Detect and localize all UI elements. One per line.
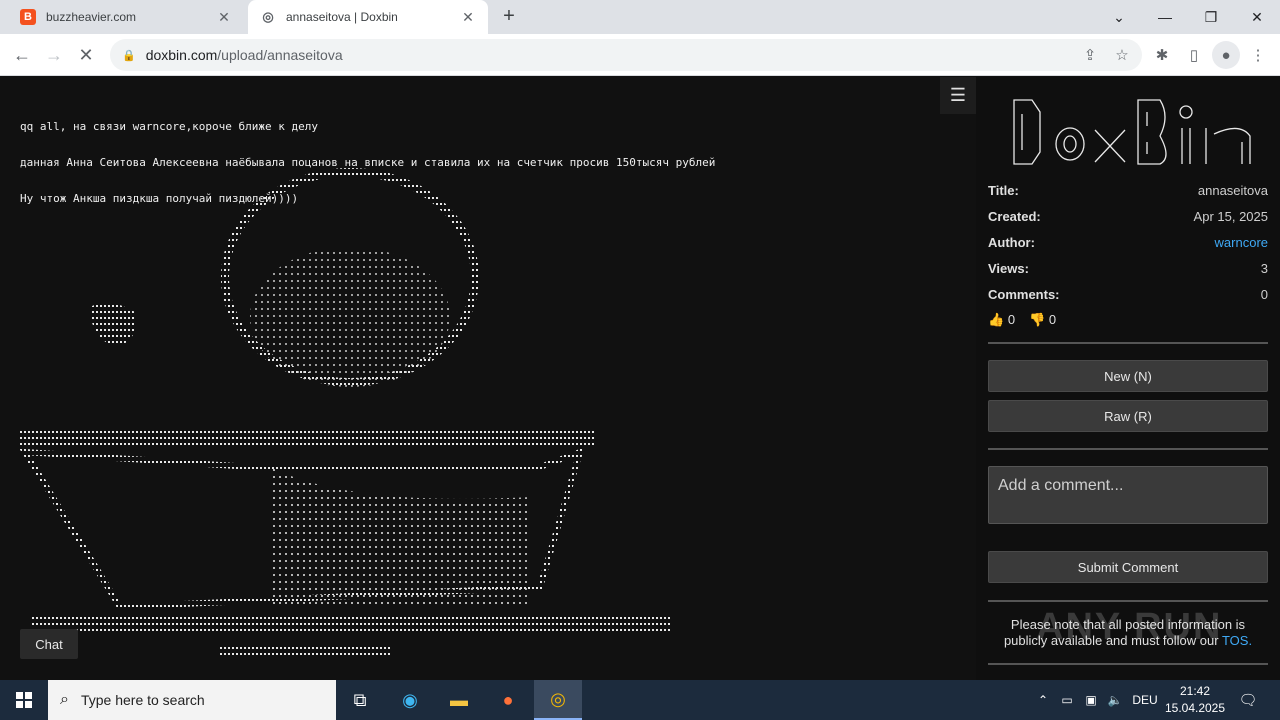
profile-avatar-icon[interactable]: ● xyxy=(1212,41,1240,69)
search-icon: ⌕ xyxy=(60,691,69,708)
submit-comment-button[interactable]: Submit Comment xyxy=(988,551,1268,583)
notifications-icon[interactable]: 🗨 xyxy=(1236,680,1260,720)
tab-search-icon[interactable]: ⌄ xyxy=(1096,0,1142,34)
bookmark-star-icon[interactable]: ☆ xyxy=(1108,39,1136,71)
chat-button[interactable]: Chat xyxy=(20,629,78,659)
address-bar[interactable]: 🔒 doxbin.com/upload/annaseitova ⇪ ☆ xyxy=(110,39,1142,71)
blogger-favicon-icon: B xyxy=(20,9,36,25)
task-view-icon[interactable]: ⧉ xyxy=(336,680,384,720)
close-icon[interactable]: ✕ xyxy=(460,9,476,26)
tab-buzzheavier[interactable]: B buzzheavier.com ✕ xyxy=(8,0,244,34)
dislike-button[interactable]: 👎 0 xyxy=(1029,312,1056,328)
vote-controls: 👍 0 👎 0 xyxy=(988,312,1056,328)
url-path: /upload/annaseitova xyxy=(217,47,343,63)
browser-toolbar: ← → ✕ 🔒 doxbin.com/upload/annaseitova ⇪ … xyxy=(0,34,1280,76)
url-host: doxbin.com xyxy=(145,47,218,63)
extensions-icon[interactable]: ✱ xyxy=(1148,41,1176,69)
tab-title: annaseitova | Doxbin xyxy=(286,10,398,24)
firefox-icon[interactable]: ● xyxy=(484,680,532,720)
menu-kebab-icon[interactable]: ⋮ xyxy=(1244,41,1272,69)
restore-icon[interactable]: ❐ xyxy=(1188,0,1234,34)
comment-textarea[interactable]: Add a comment... xyxy=(988,466,1268,524)
back-icon[interactable]: ← xyxy=(8,41,36,69)
stop-loading-icon[interactable]: ✕ xyxy=(72,41,100,69)
tab-strip: B buzzheavier.com ✕ ◎ annaseitova | Doxb… xyxy=(0,0,1280,34)
divider xyxy=(988,448,1268,450)
author-link[interactable]: warncore xyxy=(1215,235,1268,250)
meta-label: Title: xyxy=(988,183,1019,198)
meta-label: Views: xyxy=(988,261,1029,276)
divider xyxy=(988,600,1268,602)
meta-label: Author: xyxy=(988,235,1035,250)
meta-value: 3 xyxy=(1260,261,1268,276)
taskbar-clock[interactable]: 21:42 15.04.2025 xyxy=(1160,683,1230,717)
thumbs-down-icon: 👎 xyxy=(1029,312,1046,327)
paste-line: qq all, на связи warncore,короче ближе к… xyxy=(20,120,319,133)
meta-comments: Comments: 0 xyxy=(988,287,1268,302)
tos-link[interactable]: TOS. xyxy=(1222,633,1252,648)
meta-author: Author: warncore xyxy=(988,235,1268,250)
meta-title: Title: annaseitova xyxy=(988,183,1268,198)
chrome-icon[interactable]: ◎ xyxy=(534,680,582,720)
lock-icon[interactable]: 🔒 xyxy=(122,49,136,62)
new-paste-button[interactable]: New (N) xyxy=(988,360,1268,392)
thumbs-up-icon: 👍 xyxy=(988,312,1005,327)
network-icon[interactable]: ▣ xyxy=(1082,680,1100,720)
tab-title: buzzheavier.com xyxy=(46,10,137,24)
tray-device-icon[interactable]: ▭ xyxy=(1058,680,1076,720)
forward-icon[interactable]: → xyxy=(40,41,68,69)
meta-value: Apr 15, 2025 xyxy=(1193,209,1268,224)
globe-icon: ◎ xyxy=(262,9,274,24)
raw-button[interactable]: Raw (R) xyxy=(988,400,1268,432)
tab-doxbin[interactable]: ◎ annaseitova | Doxbin ✕ xyxy=(248,0,488,34)
divider xyxy=(988,342,1268,344)
tray-chevron-up-icon[interactable]: ⌃ xyxy=(1034,680,1052,720)
hamburger-menu-icon[interactable]: ☰ xyxy=(940,77,976,114)
meta-value: annaseitova xyxy=(1197,183,1268,198)
windows-taskbar: ⌕ Type here to search ⧉ ◉ ▬ ● ◎ ⌃ ▭ ▣ 🔈 … xyxy=(0,680,1280,720)
meta-label: Created: xyxy=(988,209,1041,224)
windows-start-icon[interactable] xyxy=(0,680,48,720)
meta-label: Comments: xyxy=(988,287,1060,302)
side-panel-icon[interactable]: ▯ xyxy=(1180,41,1208,69)
edge-icon[interactable]: ◉ xyxy=(386,680,434,720)
taskbar-search-input[interactable]: ⌕ Type here to search xyxy=(48,680,336,720)
minimize-icon[interactable]: — xyxy=(1142,0,1188,34)
divider xyxy=(988,663,1268,665)
like-button[interactable]: 👍 0 xyxy=(988,312,1015,328)
meta-views: Views: 3 xyxy=(988,261,1268,276)
doxbin-logo xyxy=(1013,99,1251,165)
close-icon[interactable]: ✕ xyxy=(216,9,232,26)
share-icon[interactable]: ⇪ xyxy=(1076,39,1104,71)
ascii-art-image xyxy=(20,168,670,655)
language-indicator[interactable]: DEU xyxy=(1130,680,1160,720)
new-tab-icon[interactable]: + xyxy=(498,6,520,28)
meta-value: 0 xyxy=(1260,287,1268,302)
volume-icon[interactable]: 🔈 xyxy=(1106,680,1124,720)
window-close-icon[interactable]: ✕ xyxy=(1234,0,1280,34)
meta-created: Created: Apr 15, 2025 xyxy=(988,209,1268,224)
anyrun-watermark: ANY RUN xyxy=(1036,606,1223,648)
file-explorer-icon[interactable]: ▬ xyxy=(435,680,483,720)
